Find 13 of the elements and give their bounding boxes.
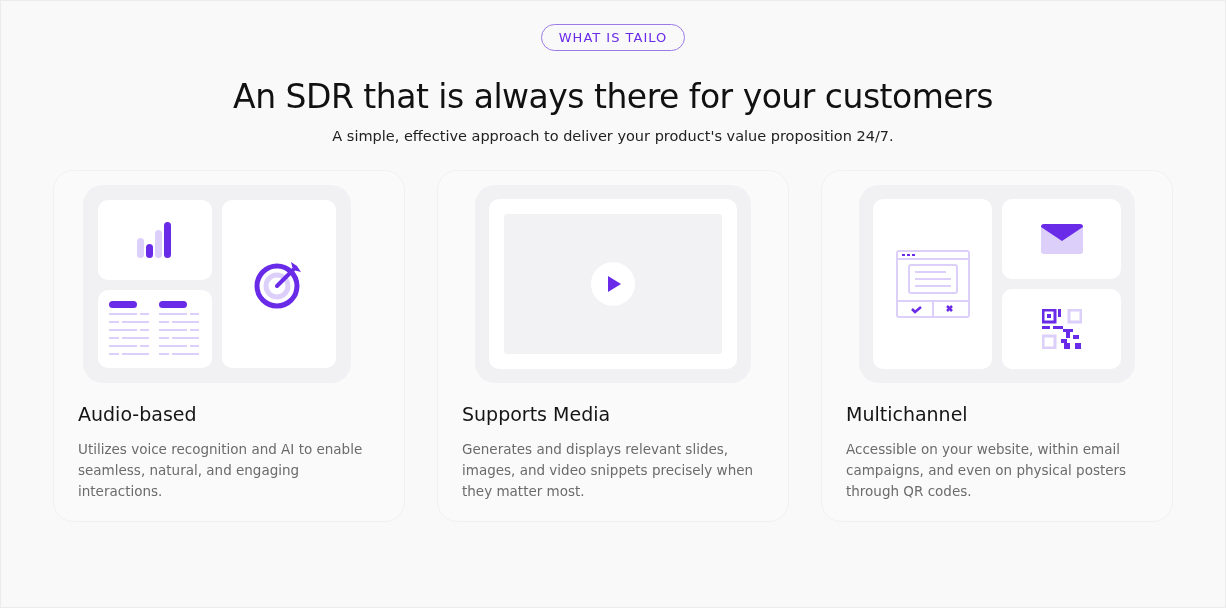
qr-code-icon [1041, 309, 1082, 349]
feature-title: Audio-based [78, 403, 198, 425]
feature-description: Accessible on your website, within email campaigns, and even on physical posters through QR codes. [846, 440, 1128, 501]
feature-title: Supports Media [462, 403, 612, 425]
feature-description: Utilizes voice recognition and AI to enable seamless, natural, and engaging interactions. [78, 440, 364, 501]
section-subheading: A simple, effective approach to deliver your product's value proposition 24/7. [332, 128, 894, 144]
play-icon [591, 262, 635, 306]
table-icon [109, 301, 201, 357]
browser-window-icon [895, 250, 970, 318]
envelope-icon [1040, 224, 1083, 254]
section-heading: An SDR that is always there for your customers [233, 77, 993, 116]
feature-title: Multichannel [846, 403, 969, 425]
feature-description: Generates and displays relevant slides, images, and video snippets precisely when they matter most. [462, 440, 755, 501]
